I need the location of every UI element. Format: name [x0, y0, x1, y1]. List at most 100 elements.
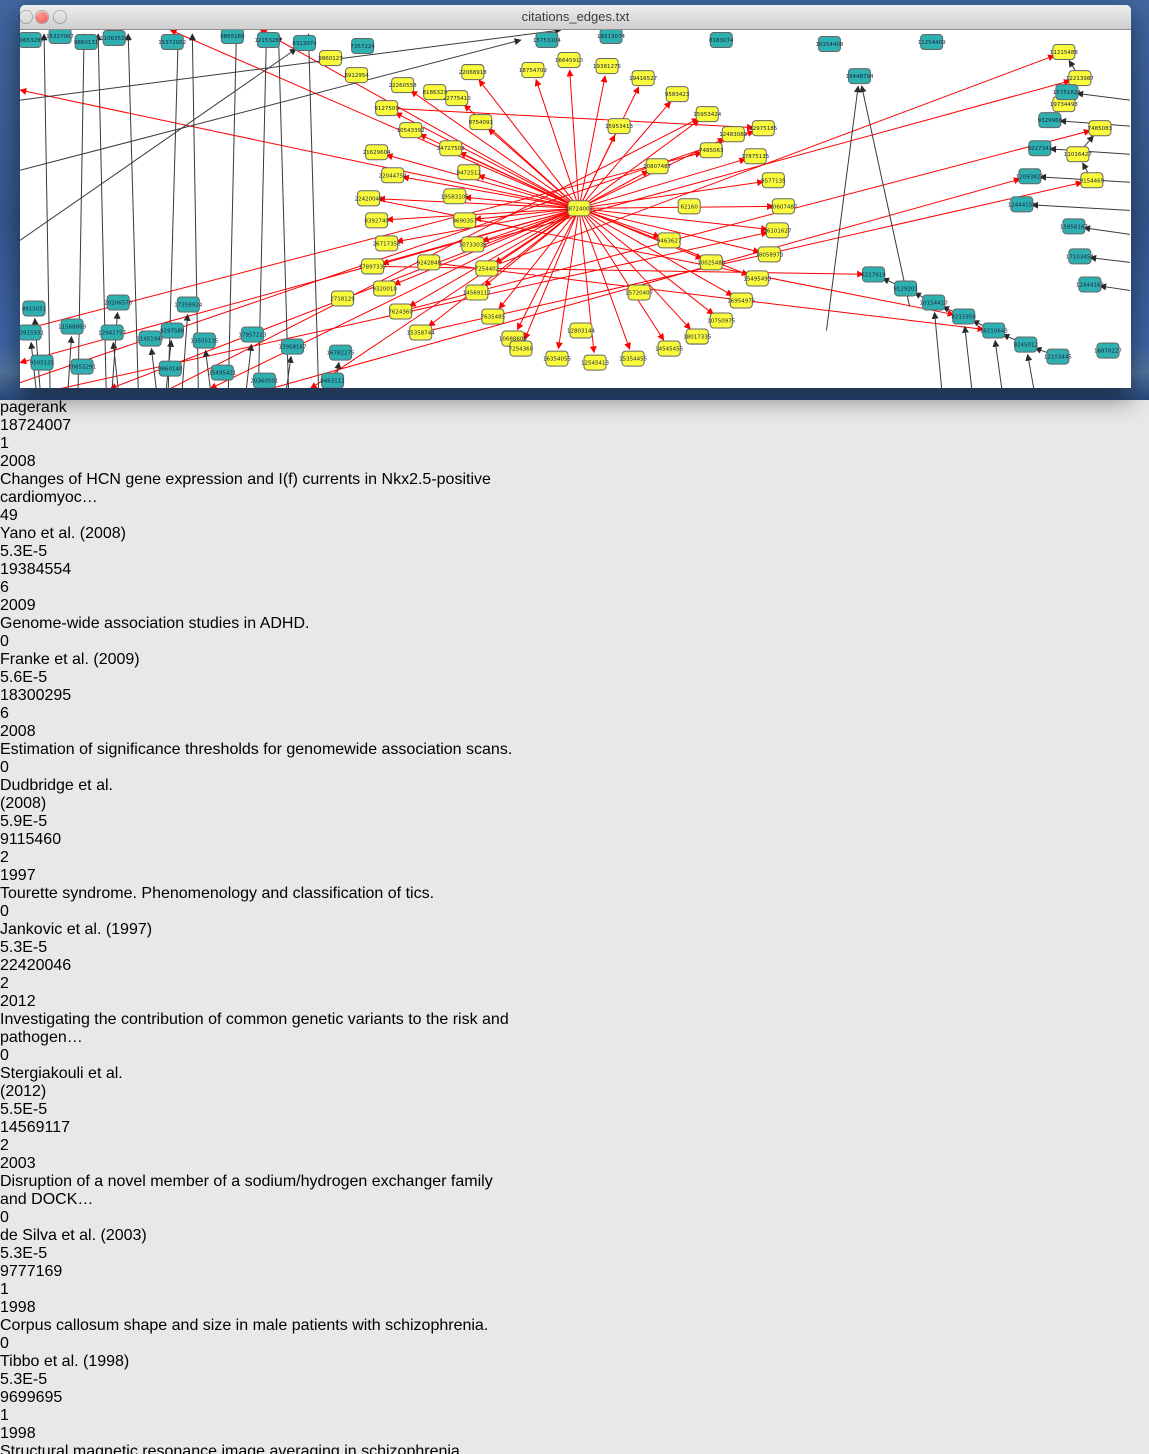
cell-in_degree[interactable]: 6	[0, 579, 88, 597]
graph-edge[interactable]	[210, 208, 579, 387]
cell-title[interactable]: Investigating the contribution of common…	[0, 1011, 514, 1047]
cell-out_degree[interactable]: 49	[0, 507, 81, 525]
graph-edge[interactable]	[1032, 205, 1130, 210]
graph-node[interactable]: 9227341	[1028, 141, 1053, 156]
cell-year[interactable]: 2008	[0, 453, 68, 471]
graph-node[interactable]: 9865160	[220, 30, 245, 44]
graph-node[interactable]: 18313074	[597, 30, 625, 44]
graph-node[interactable]: 7624360	[388, 304, 413, 319]
graph-node[interactable]: 11254409	[918, 35, 946, 50]
graph-node[interactable]: 15720407	[625, 285, 653, 300]
cell-name[interactable]: 18300295	[0, 687, 78, 705]
graph-node[interactable]: 2718129	[330, 291, 355, 306]
graph-node[interactable]: 8915051	[22, 301, 47, 316]
graph-node[interactable]: 11568869	[58, 319, 86, 334]
graph-edge[interactable]	[579, 102, 671, 209]
cell-year[interactable]: 2008	[0, 723, 68, 741]
cell-year[interactable]: 1998	[0, 1425, 68, 1443]
graph-node[interactable]: 9245012	[1014, 337, 1039, 352]
graph-node[interactable]: 17103454	[1066, 249, 1094, 264]
graph-node[interactable]: 8186323	[422, 85, 447, 100]
graph-node[interactable]: 7254402	[475, 261, 500, 276]
cell-in_degree[interactable]: 6	[0, 705, 88, 723]
graph-edge[interactable]	[995, 340, 1002, 387]
cell-year[interactable]: 2009	[0, 597, 68, 615]
cell-name[interactable]: 14569117	[0, 1119, 78, 1137]
column-header-pagerank[interactable]: pagerank	[0, 399, 89, 417]
cell-title[interactable]: Corpus callosum shape and size in male p…	[0, 1317, 514, 1335]
graph-node[interactable]: 7485063	[699, 143, 724, 158]
graph-node[interactable]: 6227919	[861, 267, 886, 282]
graph-edge[interactable]	[579, 135, 615, 208]
graph-node[interactable]: 12775410	[443, 91, 471, 106]
table-row[interactable]: 969969511998Structural magnetic resonanc…	[0, 1389, 1149, 1454]
cell-pagerank[interactable]: 5.9E-5	[0, 813, 89, 831]
graph-node[interactable]: 16782275	[327, 345, 355, 360]
cell-in_degree[interactable]: 1	[0, 435, 88, 453]
graph-node[interactable]: 9197588	[160, 323, 185, 338]
graph-node[interactable]: 7357224	[350, 39, 375, 54]
cell-title[interactable]: Structural magnetic resonance image aver…	[0, 1443, 514, 1454]
cell-pagerank[interactable]: 5.3E-5	[0, 1371, 89, 1389]
graph-node[interactable]: 10807487	[643, 159, 671, 174]
graph-edge[interactable]	[260, 30, 579, 208]
cell-pagerank[interactable]: 5.6E-5	[0, 669, 89, 687]
graph-node[interactable]: 8912954	[344, 68, 369, 83]
graph-edge[interactable]	[1084, 228, 1130, 235]
cell-in_degree[interactable]: 2	[0, 1137, 88, 1155]
graph-edge[interactable]	[1100, 286, 1130, 291]
graph-node[interactable]: 20206576	[104, 295, 132, 310]
cell-pagerank[interactable]: 5.3E-5	[0, 543, 89, 561]
cell-in_degree[interactable]: 2	[0, 975, 88, 993]
cell-short[interactable]: Dudbridge et al. (2008)	[0, 777, 157, 813]
graph-node[interactable]: 10750975	[707, 313, 735, 328]
graph-node[interactable]: 16645910	[555, 53, 583, 68]
graph-edge[interactable]	[128, 34, 138, 388]
cell-pagerank[interactable]: 5.5E-5	[0, 1101, 89, 1119]
graph-node[interactable]: 18058973	[755, 247, 783, 262]
graph-edge[interactable]	[473, 81, 1070, 245]
graph-node[interactable]: 9860131	[74, 35, 99, 50]
graph-node[interactable]: 10653291	[68, 359, 96, 374]
graph-node[interactable]: 10733039	[459, 237, 487, 252]
graph-node[interactable]: 11215488	[1050, 45, 1078, 60]
graph-node[interactable]: 13505135	[190, 333, 218, 348]
table-row[interactable]: 1830029562008Estimation of significance …	[0, 687, 1149, 831]
graph-node[interactable]: 8215958	[951, 309, 976, 324]
cell-name[interactable]: 22420046	[0, 957, 78, 975]
cell-title[interactable]: Disruption of a novel member of a sodium…	[0, 1173, 514, 1209]
graph-node[interactable]: 17359924	[174, 297, 202, 312]
cell-out_degree[interactable]: 0	[0, 633, 81, 651]
graph-node[interactable]: 9329968	[1038, 113, 1063, 128]
cell-short[interactable]: Tibbo et al. (1998)	[0, 1353, 157, 1371]
graph-edge[interactable]	[1077, 93, 1130, 100]
graph-node[interactable]: 10154408	[815, 37, 843, 52]
cell-short[interactable]: Yano et al. (2008)	[0, 525, 157, 543]
graph-node[interactable]: 14545455	[655, 341, 683, 356]
cell-out_degree[interactable]: 0	[0, 903, 81, 921]
graph-node[interactable]: 10154410	[920, 295, 948, 310]
graph-node[interactable]: 9154469	[1080, 173, 1105, 188]
graph-node[interactable]: 19583105	[441, 189, 469, 204]
graph-node[interactable]: 9463112	[320, 373, 344, 388]
graph-node[interactable]: 12153287	[254, 33, 282, 48]
graph-node[interactable]: 9690357	[453, 213, 478, 228]
graph-node[interactable]: 19448794	[845, 69, 873, 84]
graph-node[interactable]: 12444151	[1008, 197, 1036, 212]
graph-node[interactable]: 12975185	[749, 121, 777, 136]
graph-edge[interactable]	[309, 34, 319, 388]
graph-node[interactable]: 22420046	[355, 191, 383, 206]
graph-node[interactable]: 19381275	[593, 59, 621, 74]
cell-short[interactable]: Stergiakouli et al. (2012)	[0, 1065, 157, 1101]
graph-node[interactable]: 9463627	[657, 233, 682, 248]
graph-node[interactable]: 9242848	[416, 255, 441, 270]
graph-edge[interactable]	[278, 34, 288, 388]
graph-node[interactable]: 15753104	[533, 33, 561, 48]
graph-node[interactable]: 18724007	[565, 201, 593, 216]
graph-node[interactable]: 12483083	[719, 127, 747, 142]
graph-edge[interactable]	[579, 208, 690, 329]
cell-short[interactable]: de Silva et al. (2003)	[0, 1227, 157, 1245]
graph-node[interactable]: 9320010	[372, 281, 397, 296]
graph-node[interactable]: 15372002	[158, 35, 186, 50]
graph-edge[interactable]	[20, 49, 296, 241]
